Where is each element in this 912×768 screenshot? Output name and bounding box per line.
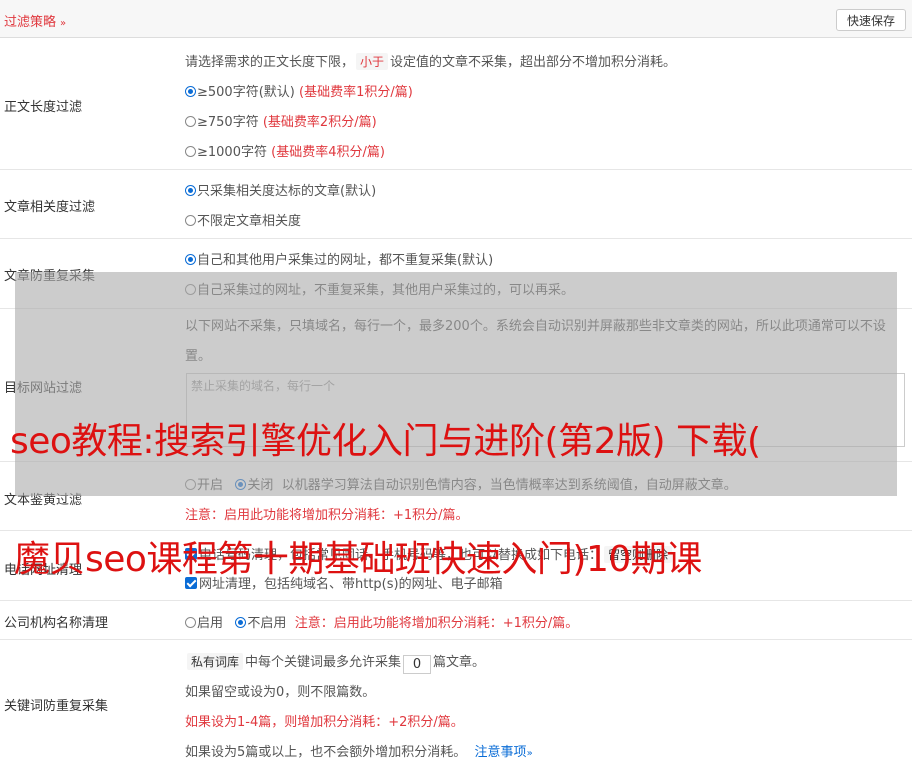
option-label: 启用: [197, 616, 224, 631]
section-title[interactable]: 过滤策略»: [4, 11, 66, 30]
private-lexicon-tag[interactable]: 私有词库: [187, 653, 244, 670]
radio-icon[interactable]: [185, 146, 196, 157]
desc-text: 如果设为5篇或以上，也不会额外增加积分消耗。: [185, 745, 467, 760]
option-label: 关闭: [247, 478, 274, 493]
radio-checked-icon[interactable]: [185, 185, 196, 196]
length-option-1000[interactable]: ≥1000字符 (基础费率4积分/篇): [185, 141, 385, 160]
option-label: 自己和其他用户采集过的网址，都不重复采集(默认): [197, 253, 494, 268]
org-clean-label: 公司机构名称清理: [4, 616, 109, 631]
less-than-tag: 小于: [356, 53, 389, 70]
option-note: (基础费率4积分/篇): [271, 145, 385, 160]
keyword-line-3: 如果设为1-4篇，则增加积分消耗：+2积分/篇。: [185, 715, 464, 730]
option-label: 自己采集过的网址，不重复采集，其他用户采集过的，可以再采。: [197, 283, 575, 298]
section-title-label: 过滤策略: [4, 15, 57, 30]
radio-checked-icon[interactable]: [235, 479, 247, 490]
porn-filter-options: 开启 关闭 以机器学习算法自动识别色情内容，当色情概率达到系统阈值，自动屏蔽文章…: [185, 474, 737, 493]
dedupe-option-all[interactable]: 自己和其他用户采集过的网址，都不重复采集(默认): [185, 249, 493, 268]
radio-icon[interactable]: [185, 617, 196, 628]
option-label: 开启: [197, 478, 224, 493]
keyword-dedupe-row: 关键词防重复采集 私有词库 中每个关键词最多允许采集 0 篇文章。 如果留空或设为0，…: [0, 640, 912, 768]
notes-link[interactable]: 注意事项»: [475, 745, 533, 760]
org-clean-enable[interactable]: 启用: [185, 616, 223, 631]
porn-filter-desc: 以机器学习算法自动识别色情内容，当色情概率达到系统阈值，自动屏蔽文章。: [281, 478, 737, 493]
relevance-row: 文章相关度过滤 只采集相关度达标的文章(默认) 不限定文章相关度: [0, 170, 912, 239]
target-sites-desc: 以下网站不采集，只填域名，每行一个，最多200个。系统会自动识别并屏蔽那些非文章…: [185, 319, 886, 364]
radio-checked-icon[interactable]: [185, 86, 196, 97]
radio-checked-icon[interactable]: [185, 254, 196, 265]
notes-link-label: 注意事项: [474, 745, 527, 760]
filter-strategy-header: 过滤策略» 快速保存: [0, 0, 912, 38]
dedupe-label: 文章防重复采集: [4, 269, 96, 284]
keyword-limit-line: 私有词库 中每个关键词最多允许采集 0 篇文章。: [185, 651, 485, 674]
watermark-line-2: 魔贝seo课程第十期基础班快速入门)10期课: [14, 539, 702, 580]
org-clean-disable[interactable]: 不启用: [235, 616, 286, 631]
length-option-750[interactable]: ≥750字符 (基础费率2积分/篇): [185, 111, 377, 130]
length-option-500[interactable]: ≥500字符(默认) (基础费率1积分/篇): [185, 81, 413, 100]
chevron-down-icon: »: [60, 18, 67, 29]
desc-text: 中每个关键词最多允许采集: [245, 655, 402, 670]
org-clean-note: 注意：启用此功能将增加积分消耗：+1积分/篇。: [294, 616, 579, 631]
option-label: 不启用: [247, 616, 287, 631]
keyword-line-4: 如果设为5篇或以上，也不会额外增加积分消耗。 注意事项»: [185, 741, 533, 760]
dedupe-option-self[interactable]: 自己采集过的网址，不重复采集，其他用户采集过的，可以再采。: [185, 279, 574, 298]
keyword-dedupe-label: 关键词防重复采集: [4, 699, 109, 714]
chevron-down-icon: »: [526, 748, 533, 759]
org-clean-options: 启用 不启用 注意：启用此功能将增加积分消耗：+1积分/篇。: [185, 612, 578, 631]
watermark-line-1: seo教程:搜索引擎优化入门与进阶(第2版) 下载(: [10, 421, 761, 462]
relevance-option-any[interactable]: 不限定文章相关度: [185, 210, 301, 229]
relevance-label: 文章相关度过滤: [4, 200, 96, 215]
keyword-line-2: 如果留空或设为0，则不限篇数。: [185, 685, 376, 700]
desc-text: 设定值的文章不采集，超出部分不增加积分消耗。: [390, 55, 677, 70]
option-note: (基础费率2积分/篇): [262, 115, 377, 130]
porn-filter-row: 文本鉴黄过滤 开启 关闭 以机器学习算法自动识别色情内容，当色情概率达到系统阈值…: [0, 462, 912, 531]
dedupe-row: 文章防重复采集 自己和其他用户采集过的网址，都不重复采集(默认) 自己采集过的网…: [0, 239, 912, 309]
option-label: ≥1000字符: [197, 145, 267, 160]
porn-filter-label: 文本鉴黄过滤: [4, 493, 83, 508]
radio-icon[interactable]: [185, 479, 196, 490]
radio-icon[interactable]: [185, 116, 196, 127]
porn-filter-on[interactable]: 开启: [185, 478, 223, 493]
radio-checked-icon[interactable]: [235, 617, 247, 628]
option-note: (基础费率1积分/篇): [299, 85, 413, 100]
porn-filter-off[interactable]: 关闭: [235, 478, 273, 493]
org-clean-row: 公司机构名称清理 启用 不启用 注意：启用此功能将增加积分消耗：+1积分/篇。: [0, 601, 912, 640]
desc-text: 请选择需求的正文长度下限，: [185, 55, 355, 70]
keyword-limit-input[interactable]: 0: [403, 655, 432, 674]
option-label: ≥750字符: [197, 115, 259, 130]
radio-icon[interactable]: [185, 215, 196, 226]
porn-filter-note: 注意：启用此功能将增加积分消耗：+1积分/篇。: [185, 508, 469, 523]
length-filter-label: 正文长度过滤: [4, 100, 83, 115]
relevance-option-only[interactable]: 只采集相关度达标的文章(默认): [185, 180, 376, 199]
length-filter-desc: 请选择需求的正文长度下限， 小于 设定值的文章不采集，超出部分不增加积分消耗。: [185, 51, 676, 70]
length-filter-row: 正文长度过滤 请选择需求的正文长度下限， 小于 设定值的文章不采集，超出部分不增加积…: [0, 38, 912, 170]
quick-save-button[interactable]: 快速保存: [836, 9, 906, 31]
target-sites-label: 目标网站过滤: [4, 381, 83, 396]
option-label: ≥500字符(默认): [197, 85, 295, 100]
option-label: 只采集相关度达标的文章(默认): [197, 184, 377, 199]
option-label: 不限定文章相关度: [197, 214, 302, 229]
radio-icon[interactable]: [185, 284, 196, 295]
desc-text: 篇文章。: [433, 655, 486, 670]
